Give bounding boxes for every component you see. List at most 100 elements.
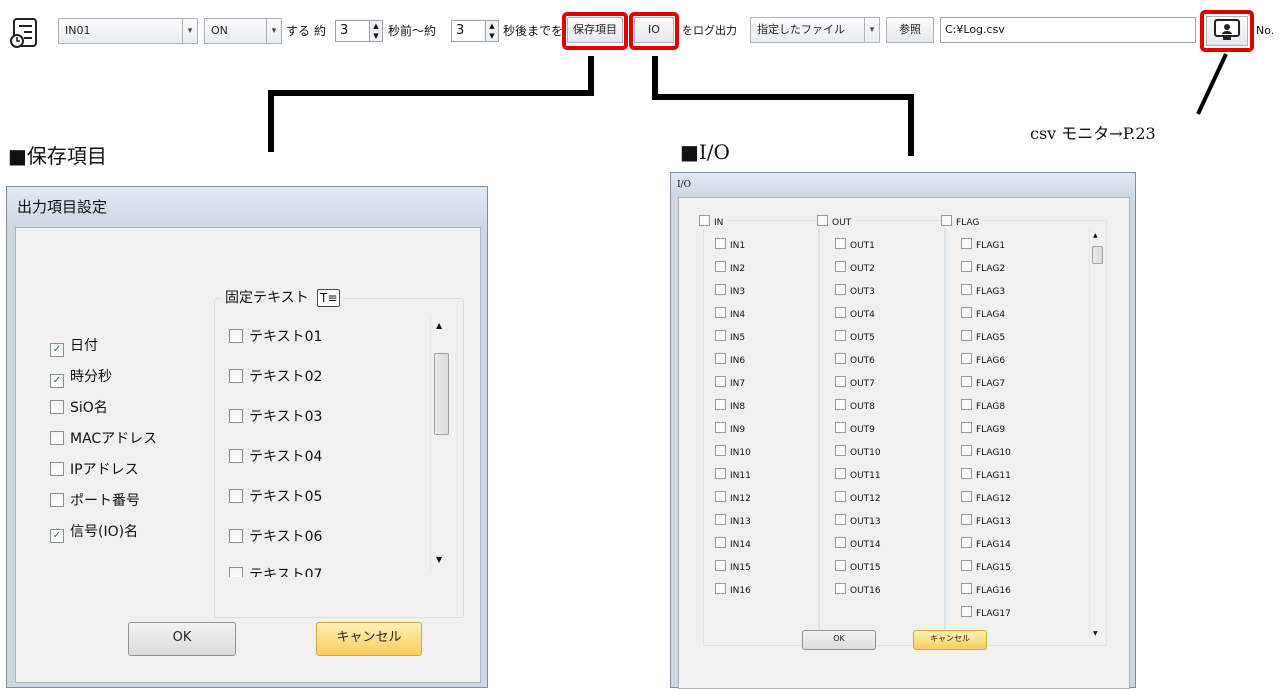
flag-item-checkbox[interactable]: FLAG10 bbox=[961, 445, 1011, 458]
scroll-thumb[interactable] bbox=[1092, 246, 1103, 264]
checkbox-box[interactable] bbox=[715, 399, 726, 410]
checkbox-box[interactable] bbox=[835, 353, 846, 364]
out-item-checkbox[interactable]: OUT10 bbox=[835, 445, 881, 458]
checkbox-box[interactable] bbox=[961, 468, 972, 479]
checkbox-box[interactable] bbox=[229, 329, 243, 343]
checkbox-box[interactable] bbox=[961, 307, 972, 318]
checkbox-box[interactable] bbox=[961, 537, 972, 548]
checkbox-box[interactable] bbox=[715, 330, 726, 341]
before-seconds-stepper[interactable]: 3 ▲ ▼ bbox=[335, 20, 383, 42]
state-select[interactable]: ON ▾ bbox=[204, 18, 282, 44]
checkbox-box[interactable] bbox=[835, 307, 846, 318]
checkbox-box[interactable] bbox=[715, 491, 726, 502]
flag-item-checkbox[interactable]: FLAG12 bbox=[961, 491, 1011, 504]
checkbox-box[interactable] bbox=[229, 567, 243, 577]
in-item-checkbox[interactable]: IN5 bbox=[715, 330, 745, 343]
flag-header-checkbox[interactable]: FLAG bbox=[941, 215, 983, 228]
out-item-checkbox[interactable]: OUT4 bbox=[835, 307, 875, 320]
output-item-checkbox[interactable]: IPアドレス bbox=[50, 462, 139, 478]
out-item-checkbox[interactable]: OUT16 bbox=[835, 583, 881, 596]
checkbox-box[interactable] bbox=[715, 353, 726, 364]
flag-item-checkbox[interactable]: FLAG6 bbox=[961, 353, 1005, 366]
flag-item-checkbox[interactable]: FLAG14 bbox=[961, 537, 1011, 550]
fixed-text-checkbox[interactable]: テキスト01 bbox=[229, 329, 322, 345]
vertical-scrollbar[interactable]: ▲ ▼ bbox=[430, 317, 451, 571]
checkbox-box[interactable] bbox=[961, 284, 972, 295]
in-item-checkbox[interactable]: IN14 bbox=[715, 537, 751, 550]
flag-item-checkbox[interactable]: FLAG15 bbox=[961, 560, 1011, 573]
checkbox-box[interactable] bbox=[835, 399, 846, 410]
checkbox-box[interactable] bbox=[229, 529, 243, 543]
checkbox-box[interactable] bbox=[835, 445, 846, 456]
in-item-checkbox[interactable]: IN16 bbox=[715, 583, 751, 596]
checkbox-box[interactable] bbox=[50, 462, 64, 476]
checkbox-box[interactable] bbox=[229, 489, 243, 503]
out-item-checkbox[interactable]: OUT14 bbox=[835, 537, 881, 550]
flag-item-checkbox[interactable]: FLAG17 bbox=[961, 606, 1011, 619]
checkbox-box[interactable] bbox=[715, 468, 726, 479]
checkbox-box[interactable] bbox=[961, 353, 972, 364]
checkbox-box[interactable] bbox=[835, 560, 846, 571]
scroll-thumb[interactable] bbox=[434, 353, 449, 435]
scroll-down-icon[interactable]: ▼ bbox=[1093, 630, 1098, 637]
ok-button[interactable]: OK bbox=[128, 622, 236, 656]
checkbox-box[interactable] bbox=[835, 376, 846, 387]
fixed-text-checkbox[interactable]: テキスト02 bbox=[229, 369, 322, 385]
checkbox-box[interactable] bbox=[961, 583, 972, 594]
in-item-checkbox[interactable]: IN8 bbox=[715, 399, 745, 412]
flag-item-checkbox[interactable]: FLAG16 bbox=[961, 583, 1011, 596]
checkbox-box[interactable] bbox=[835, 514, 846, 525]
csv-monitor-button[interactable] bbox=[1206, 16, 1248, 46]
checkbox-box[interactable] bbox=[835, 468, 846, 479]
checkbox-box[interactable] bbox=[715, 422, 726, 433]
checkbox-box[interactable] bbox=[961, 422, 972, 433]
file-path-input[interactable]: C:¥Log.csv bbox=[940, 17, 1196, 43]
in-item-checkbox[interactable]: IN9 bbox=[715, 422, 745, 435]
ok-button[interactable]: OK bbox=[802, 630, 876, 650]
log-file-icon[interactable] bbox=[8, 16, 40, 50]
checkbox-box[interactable] bbox=[835, 261, 846, 272]
out-item-checkbox[interactable]: OUT1 bbox=[835, 238, 875, 251]
flag-item-checkbox[interactable]: FLAG1 bbox=[961, 238, 1005, 251]
out-item-checkbox[interactable]: OUT11 bbox=[835, 468, 881, 481]
checkbox-box[interactable] bbox=[961, 238, 972, 249]
fixed-text-checkbox[interactable]: テキスト05 bbox=[229, 489, 322, 505]
in-item-checkbox[interactable]: IN13 bbox=[715, 514, 751, 527]
output-item-checkbox[interactable]: MACアドレス bbox=[50, 431, 157, 447]
out-item-checkbox[interactable]: OUT15 bbox=[835, 560, 881, 573]
browse-button[interactable]: 参照 bbox=[886, 17, 934, 43]
checkbox-box[interactable] bbox=[835, 491, 846, 502]
checkbox-box[interactable] bbox=[961, 514, 972, 525]
in-item-checkbox[interactable]: IN3 bbox=[715, 284, 745, 297]
checkbox-box[interactable] bbox=[835, 330, 846, 341]
out-item-checkbox[interactable]: OUT7 bbox=[835, 376, 875, 389]
scroll-up-icon[interactable]: ▲ bbox=[436, 321, 442, 330]
flag-item-checkbox[interactable]: FLAG8 bbox=[961, 399, 1005, 412]
fixed-text-checkbox[interactable]: テキスト03 bbox=[229, 409, 322, 425]
checkbox-box[interactable] bbox=[817, 215, 828, 226]
save-items-button[interactable]: 保存項目 bbox=[567, 17, 623, 43]
in-item-checkbox[interactable]: IN1 bbox=[715, 238, 745, 251]
cancel-button[interactable]: キャンセル bbox=[316, 622, 422, 656]
checkbox-box[interactable] bbox=[229, 369, 243, 383]
signal-select[interactable]: IN01 ▾ bbox=[58, 18, 198, 44]
flag-item-checkbox[interactable]: FLAG9 bbox=[961, 422, 1005, 435]
checkmark-icon[interactable]: ✓ bbox=[50, 374, 64, 388]
out-item-checkbox[interactable]: OUT6 bbox=[835, 353, 875, 366]
output-item-checkbox[interactable]: ✓ 時分秒 bbox=[50, 369, 112, 388]
checkbox-box[interactable] bbox=[50, 431, 64, 445]
in-item-checkbox[interactable]: IN15 bbox=[715, 560, 751, 573]
checkbox-box[interactable] bbox=[835, 537, 846, 548]
checkbox-box[interactable] bbox=[961, 261, 972, 272]
checkbox-box[interactable] bbox=[715, 238, 726, 249]
checkbox-box[interactable] bbox=[50, 400, 64, 414]
checkbox-box[interactable] bbox=[229, 409, 243, 423]
checkbox-box[interactable] bbox=[835, 583, 846, 594]
checkbox-box[interactable] bbox=[835, 238, 846, 249]
flag-item-checkbox[interactable]: FLAG13 bbox=[961, 514, 1011, 527]
spin-arrows-icon[interactable]: ▲ ▼ bbox=[485, 21, 498, 41]
out-item-checkbox[interactable]: OUT13 bbox=[835, 514, 881, 527]
checkbox-box[interactable] bbox=[50, 493, 64, 507]
cancel-button[interactable]: キャンセル bbox=[913, 630, 987, 650]
out-header-checkbox[interactable]: OUT bbox=[817, 215, 855, 228]
